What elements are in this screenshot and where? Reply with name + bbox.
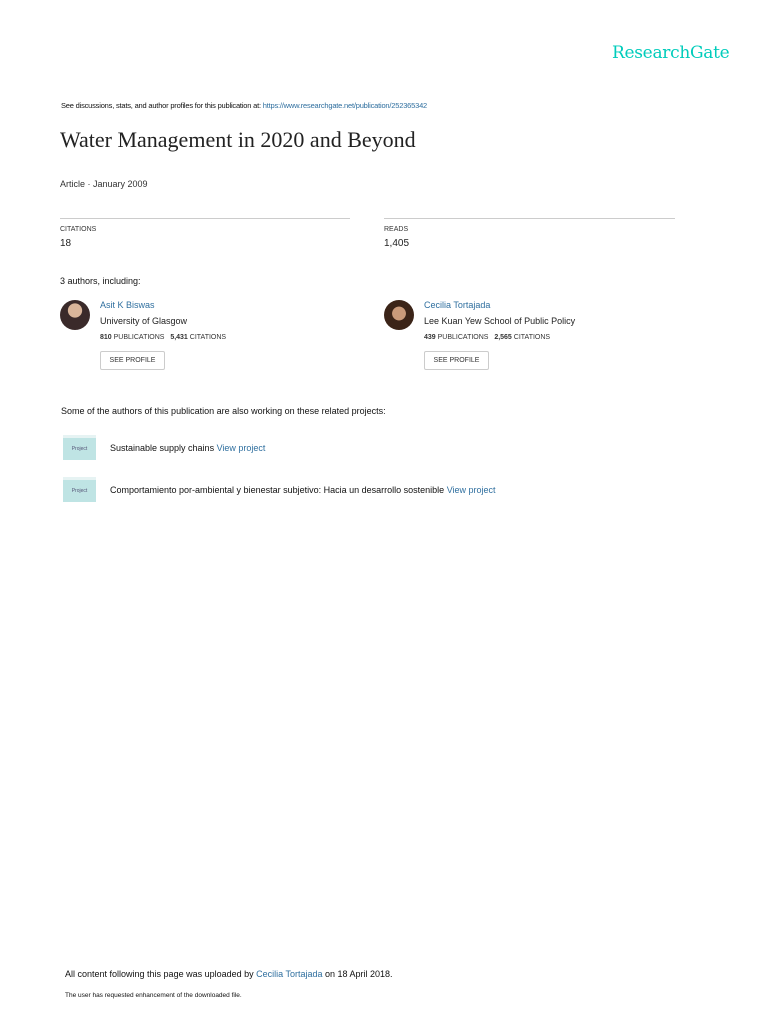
publication-link[interactable]: https://www.researchgate.net/publication…: [263, 101, 427, 110]
project-name: Comportamiento por-ambiental y bienestar…: [110, 485, 447, 495]
upload-date: on 18 April 2018.: [322, 969, 393, 979]
divider: [384, 218, 675, 219]
see-profile-button[interactable]: SEE PROFILE: [100, 351, 165, 370]
author-name[interactable]: Asit K Biswas: [100, 300, 155, 310]
intro-line: See discussions, stats, and author profi…: [61, 101, 427, 110]
authors-heading: 3 authors, including:: [60, 276, 141, 286]
citations-label: CITATIONS: [189, 334, 227, 341]
avatar[interactable]: [60, 300, 90, 330]
author-stats: 810 PUBLICATIONS 5,431 CITATIONS: [100, 334, 226, 341]
reads-label: READS: [384, 226, 409, 233]
projects-heading: Some of the authors of this publication …: [61, 406, 386, 416]
page-title: Water Management in 2020 and Beyond: [60, 127, 416, 152]
uploader-link[interactable]: Cecilia Tortajada: [256, 969, 322, 979]
divider: [60, 218, 350, 219]
citations-value: 18: [60, 238, 72, 249]
project-folder-icon: Project: [63, 435, 96, 460]
publications-count: 810: [100, 334, 112, 341]
view-project-link[interactable]: View project: [447, 485, 496, 495]
project-item: Comportamiento por-ambiental y bienestar…: [110, 485, 496, 495]
avatar[interactable]: [384, 300, 414, 330]
view-project-link[interactable]: View project: [217, 443, 266, 453]
citations-label: CITATIONS: [60, 226, 97, 233]
citations-label: CITATIONS: [513, 334, 551, 341]
article-meta: Article · January 2009: [60, 179, 148, 189]
publications-count: 439: [424, 334, 436, 341]
project-item: Sustainable supply chains View project: [110, 443, 265, 453]
researchgate-logo[interactable]: ResearchGate: [612, 43, 730, 63]
author-affiliation: University of Glasgow: [100, 316, 188, 326]
see-profile-button[interactable]: SEE PROFILE: [424, 351, 489, 370]
citations-count: 2,565: [494, 334, 512, 341]
project-folder-icon: Project: [63, 477, 96, 502]
intro-text: See discussions, stats, and author profi…: [61, 101, 263, 110]
project-name: Sustainable supply chains: [110, 443, 217, 453]
citations-count: 5,431: [170, 334, 188, 341]
enhancement-note: The user has requested enhancement of th…: [65, 992, 242, 999]
author-affiliation: Lee Kuan Yew School of Public Policy: [424, 316, 576, 326]
publications-label: PUBLICATIONS: [437, 334, 489, 341]
reads-value: 1,405: [384, 238, 410, 249]
upload-note: All content following this page was uplo…: [65, 969, 393, 979]
upload-text: All content following this page was uplo…: [65, 969, 257, 979]
author-stats: 439 PUBLICATIONS 2,565 CITATIONS: [424, 334, 550, 341]
publications-label: PUBLICATIONS: [113, 334, 165, 341]
author-name[interactable]: Cecilia Tortajada: [424, 300, 490, 310]
